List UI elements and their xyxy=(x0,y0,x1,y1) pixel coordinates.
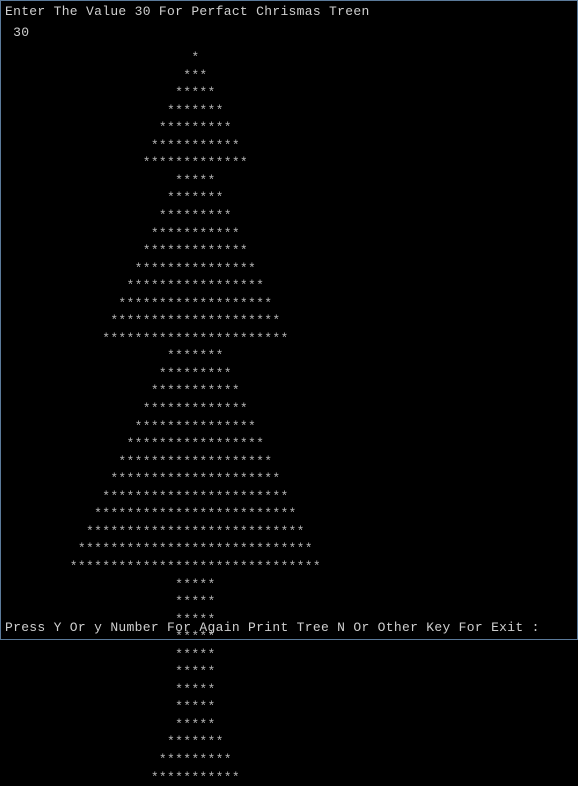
tree-line: *********** xyxy=(5,382,573,400)
tree-line: *********************** xyxy=(5,488,573,506)
tree-line: *************************** xyxy=(5,523,573,541)
tree-line: ***************** xyxy=(5,277,573,295)
tree-line: ******* xyxy=(5,733,573,751)
tree-line: ************* xyxy=(5,154,573,172)
tree-line: *************** xyxy=(5,260,573,278)
tree-line: *************** xyxy=(5,418,573,436)
tree-line: *********** xyxy=(5,137,573,155)
tree-line: ********* xyxy=(5,751,573,769)
tree-line: ********************* xyxy=(5,470,573,488)
tree-line: ***************************** xyxy=(5,540,573,558)
tree-line: *********** xyxy=(5,769,573,786)
tree-line: ***** xyxy=(5,681,573,699)
tree-line: ***** xyxy=(5,698,573,716)
tree-line: *** xyxy=(5,67,573,85)
tree-line: ******* xyxy=(5,189,573,207)
tree-line: ***** xyxy=(5,84,573,102)
tree-line: ***** xyxy=(5,576,573,594)
tree-line: ***** xyxy=(5,172,573,190)
tree-line: ***** xyxy=(5,663,573,681)
tree-line: ***** xyxy=(5,593,573,611)
tree-line: ***************** xyxy=(5,435,573,453)
tree-line: ********************* xyxy=(5,312,573,330)
tree-line: ********* xyxy=(5,365,573,383)
tree-line: ******* xyxy=(5,102,573,120)
tree-line: ************************* xyxy=(5,505,573,523)
tree-line: ***** xyxy=(5,646,573,664)
tree-line: ************* xyxy=(5,400,573,418)
tree-line: ***** xyxy=(5,716,573,734)
tree-line: * xyxy=(5,49,573,67)
tree-line: *********************** xyxy=(5,330,573,348)
input-value: 30 xyxy=(5,24,573,42)
ascii-tree-output: * *** ***** ******* ********* **********… xyxy=(5,49,573,786)
tree-line: ********* xyxy=(5,207,573,225)
continue-prompt[interactable]: Press Y Or y Number For Again Print Tree… xyxy=(5,619,540,637)
prompt-text: Enter The Value 30 For Perfact Chrismas … xyxy=(5,3,573,21)
tree-line: ******************************* xyxy=(5,558,573,576)
tree-line: ******* xyxy=(5,347,573,365)
tree-line: ******************* xyxy=(5,453,573,471)
tree-line: ************* xyxy=(5,242,573,260)
tree-line: ********* xyxy=(5,119,573,137)
tree-line: *********** xyxy=(5,225,573,243)
tree-line: ******************* xyxy=(5,295,573,313)
